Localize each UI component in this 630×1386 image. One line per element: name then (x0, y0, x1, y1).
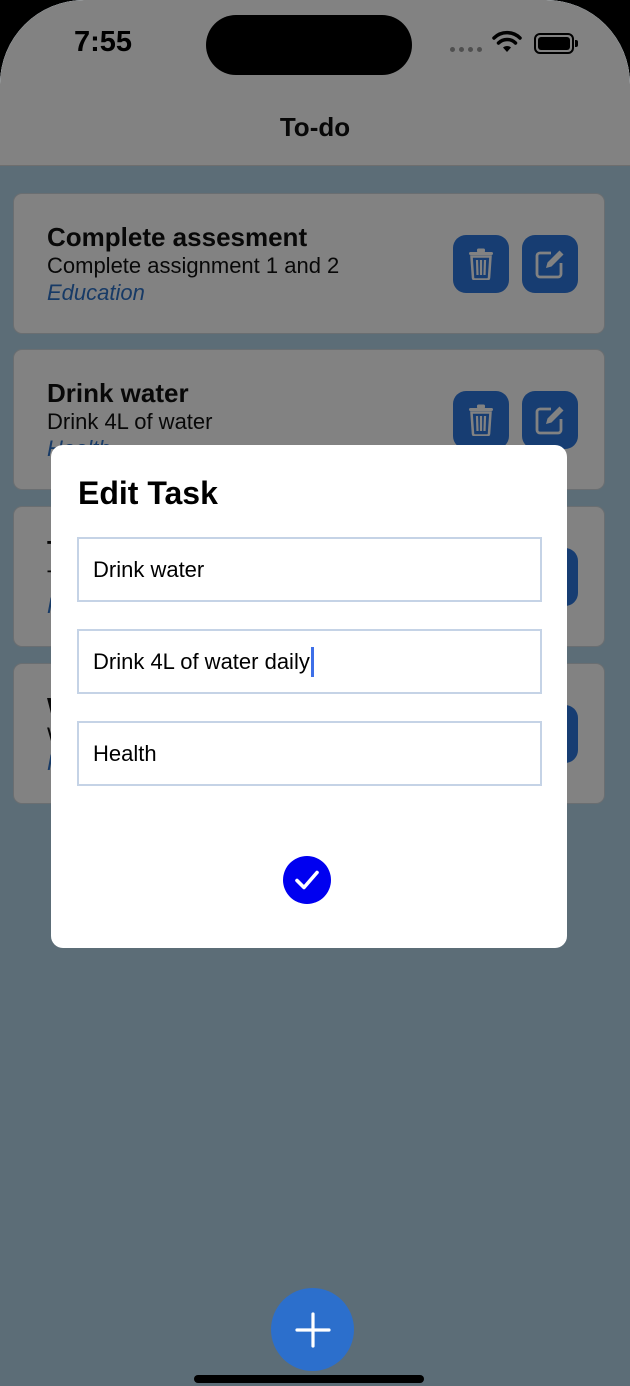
home-indicator[interactable] (194, 1375, 424, 1383)
task-description-field[interactable]: Drink 4L of water daily (77, 629, 542, 694)
dynamic-island (206, 15, 412, 75)
app-screen: 7:55 To-do Complete assesment Complete a… (0, 0, 630, 1386)
confirm-button[interactable] (283, 856, 331, 904)
plus-icon (294, 1311, 331, 1348)
task-title-field[interactable]: Drink water (77, 537, 542, 602)
task-category-value: Health (93, 740, 157, 766)
task-description-value: Drink 4L of water daily (93, 648, 310, 674)
checkmark-icon (295, 870, 319, 890)
text-cursor (310, 646, 314, 677)
task-title-value: Drink water (93, 556, 205, 582)
task-category-field[interactable]: Health (77, 721, 542, 786)
add-task-button[interactable] (271, 1288, 354, 1371)
dialog-title: Edit Task (78, 475, 218, 511)
edit-task-dialog: Edit Task Drink water Drink 4L of water … (51, 445, 567, 948)
